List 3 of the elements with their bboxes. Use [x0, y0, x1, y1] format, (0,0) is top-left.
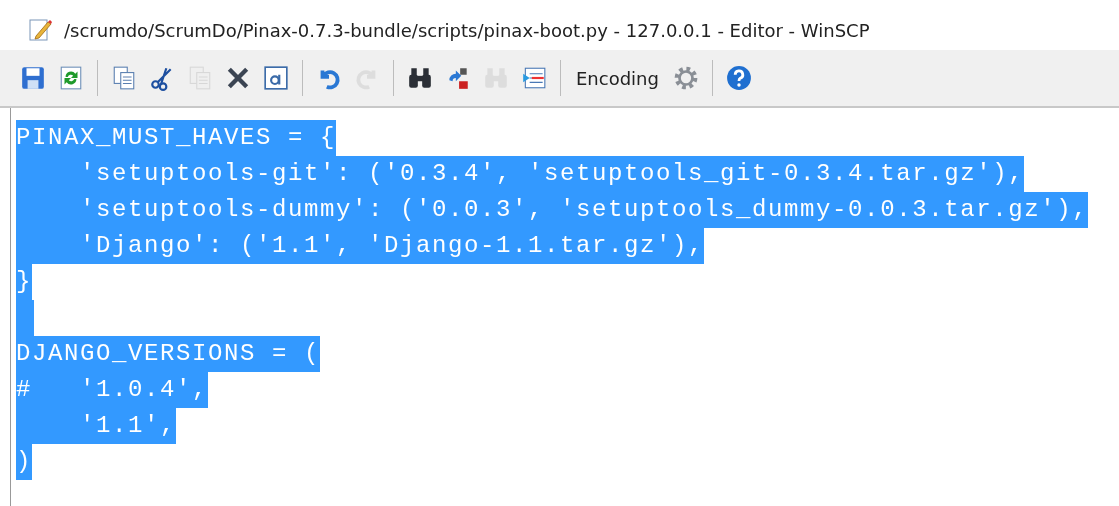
window-title: /scrumdo/ScrumDo/Pinax-0.7.3-bundle/scripts/pinax-boot.py - 127.0.0.1 - Editor - WinSCP — [64, 19, 870, 41]
encoding-button[interactable]: Encoding — [570, 63, 665, 93]
notepad-pencil-icon — [28, 18, 52, 42]
